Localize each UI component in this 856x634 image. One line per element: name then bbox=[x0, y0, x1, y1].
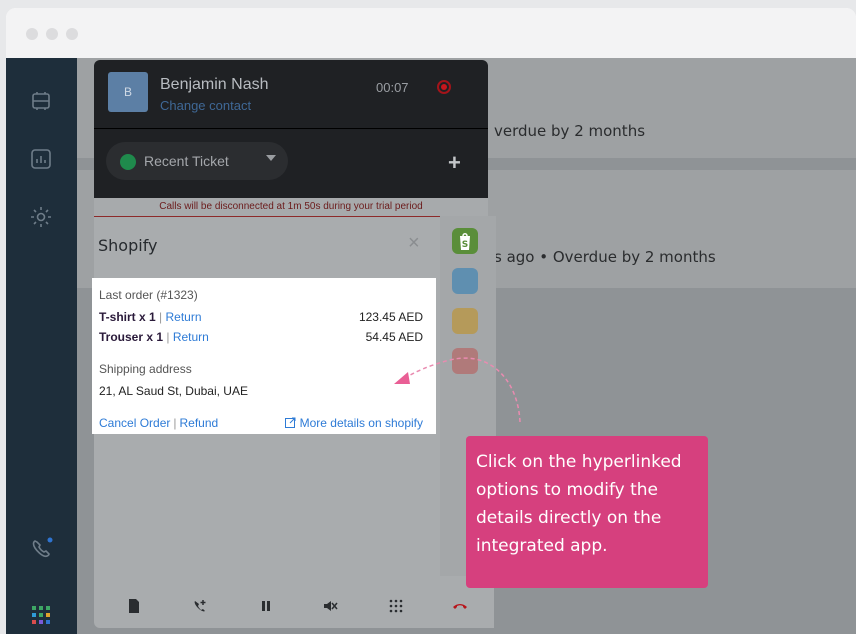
last-order-label: Last order (#1323) bbox=[99, 288, 198, 302]
notes-icon[interactable] bbox=[126, 598, 142, 614]
refund-link[interactable]: Refund bbox=[180, 416, 219, 430]
divider bbox=[94, 128, 488, 129]
apps-grid-icon[interactable] bbox=[28, 602, 54, 628]
hang-up-icon[interactable] bbox=[452, 598, 468, 614]
window-minimize-dot[interactable] bbox=[46, 28, 58, 40]
order-actions: Cancel Order | Refund bbox=[99, 416, 218, 430]
list-item: T-shirt x 1 | Return bbox=[99, 310, 202, 324]
cancel-order-link[interactable]: Cancel Order bbox=[99, 416, 170, 430]
overdue-text: s ago • Overdue by 2 months bbox=[494, 248, 716, 266]
callout-text: Click on the hyperlinked options to modi… bbox=[476, 452, 682, 556]
window-zoom-dot[interactable] bbox=[66, 28, 78, 40]
item-name: Trouser x 1 bbox=[99, 330, 164, 344]
trial-notice: Calls will be disconnected at 1m 50s dur… bbox=[94, 198, 488, 217]
sidebar bbox=[6, 58, 77, 634]
shipping-label: Shipping address bbox=[99, 362, 192, 376]
tooltip-callout: Click on the hyperlinked options to modi… bbox=[466, 436, 708, 588]
window-close-dot[interactable] bbox=[26, 28, 38, 40]
list-item: Trouser x 1 | Return bbox=[99, 330, 209, 344]
close-icon[interactable]: × bbox=[408, 232, 420, 255]
call-timer: 00:07 bbox=[376, 80, 409, 95]
item-price: 123.45 AED bbox=[358, 310, 423, 324]
return-link[interactable]: Return bbox=[165, 310, 201, 324]
shipping-address: 21, AL Saud St, Dubai, UAE bbox=[99, 384, 248, 398]
recent-ticket-dropdown[interactable]: Recent Ticket bbox=[106, 142, 288, 180]
item-price: 54.45 AED bbox=[365, 330, 423, 344]
integration-app-icon[interactable] bbox=[452, 268, 478, 294]
chevron-down-icon bbox=[266, 155, 276, 161]
title-bar bbox=[6, 8, 856, 58]
settings-gear-icon[interactable] bbox=[28, 204, 54, 230]
mute-icon[interactable] bbox=[322, 598, 338, 614]
keypad-icon[interactable] bbox=[388, 598, 404, 614]
shopify-order-card: Last order (#1323) T-shirt x 1 | Return … bbox=[92, 278, 436, 434]
recent-ticket-label: Recent Ticket bbox=[144, 153, 229, 169]
external-link-icon bbox=[284, 417, 296, 428]
tickets-icon[interactable] bbox=[28, 88, 54, 114]
avatar: B bbox=[108, 72, 148, 112]
reports-icon[interactable] bbox=[28, 146, 54, 172]
call-controls bbox=[100, 584, 494, 628]
item-name: T-shirt x 1 bbox=[99, 310, 156, 324]
change-contact-link[interactable]: Change contact bbox=[160, 98, 251, 113]
svg-text:S: S bbox=[462, 240, 468, 250]
link-separator: | bbox=[173, 416, 177, 430]
integration-app-icon[interactable] bbox=[452, 308, 478, 334]
shopify-title: Shopify bbox=[98, 236, 158, 255]
call-header: B Benjamin Nash Change contact 00:07 Rec… bbox=[94, 60, 488, 210]
ticket-icon bbox=[120, 154, 136, 170]
return-link[interactable]: Return bbox=[173, 330, 209, 344]
record-icon[interactable] bbox=[437, 80, 451, 94]
contact-name: Benjamin Nash bbox=[160, 76, 269, 93]
add-button[interactable]: + bbox=[448, 150, 461, 176]
shopify-icon[interactable]: S bbox=[452, 228, 478, 254]
callout-arrow bbox=[394, 357, 521, 423]
phone-icon[interactable] bbox=[28, 536, 54, 562]
transfer-call-icon[interactable] bbox=[192, 598, 208, 614]
overdue-text: verdue by 2 months bbox=[494, 122, 646, 140]
pause-icon[interactable] bbox=[258, 598, 274, 614]
